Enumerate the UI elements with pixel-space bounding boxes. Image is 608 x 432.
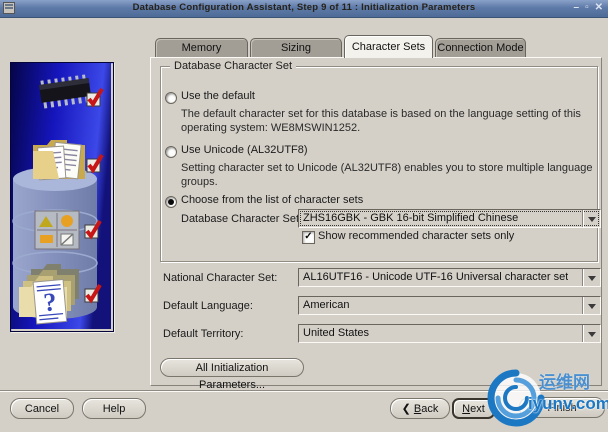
db-charset-label: Database Character Set:	[181, 213, 303, 225]
default-territory-label: Default Territory:	[163, 328, 244, 340]
default-territory-select[interactable]: United States	[298, 324, 601, 343]
radio-use-default[interactable]	[165, 92, 177, 104]
chevron-down-icon[interactable]	[582, 325, 600, 342]
default-language-select[interactable]: American	[298, 296, 601, 315]
tab-character-sets[interactable]: Character Sets	[344, 35, 433, 58]
default-territory-value: United States	[303, 327, 370, 339]
shapes-grid-icon	[34, 210, 80, 250]
recommended-checkbox-label[interactable]: Show recommended character sets only	[318, 230, 514, 242]
radio-use-unicode-label[interactable]: Use Unicode (AL32UTF8)	[181, 144, 308, 156]
use-unicode-desc-line1: Setting character set to Unicode (AL32UT…	[181, 162, 593, 174]
all-init-params-button[interactable]: All Initialization Parameters...	[160, 358, 304, 391]
folder-documents-icon	[33, 140, 85, 181]
radio-choose-list[interactable]	[165, 196, 177, 208]
svg-text:?: ?	[42, 287, 57, 317]
chevron-down-icon[interactable]	[582, 297, 600, 314]
maximize-button[interactable]: ▫	[585, 1, 589, 15]
db-charset-select[interactable]: ZHS16GBK - GBK 16-bit Simplified Chinese	[298, 209, 601, 228]
cancel-button[interactable]: Cancel	[10, 398, 74, 419]
sidebar-illustration: ?	[11, 63, 111, 329]
default-language-value: American	[303, 299, 350, 311]
chevron-down-icon[interactable]	[582, 210, 600, 227]
finish-button[interactable]: Finish	[519, 397, 605, 418]
window-title: Database Configuration Assistant, Step 9…	[132, 2, 476, 13]
use-unicode-desc-line2: groups.	[181, 176, 218, 188]
recommended-checkbox[interactable]: ✓	[302, 231, 315, 244]
dbca-window: Database Configuration Assistant, Step 9…	[0, 0, 608, 432]
db-charset-value: ZHS16GBK - GBK 16-bit Simplified Chinese	[303, 212, 519, 224]
default-language-label: Default Language:	[163, 300, 253, 312]
tab-sizing[interactable]: Sizing	[250, 38, 342, 57]
close-button[interactable]: ✕	[595, 1, 603, 15]
help-button[interactable]: Help	[82, 398, 146, 419]
chevron-down-icon[interactable]	[582, 269, 600, 286]
use-default-desc-line1: The default character set for this datab…	[181, 108, 581, 120]
radio-use-unicode[interactable]	[165, 146, 177, 158]
radio-use-default-label[interactable]: Use the default	[181, 90, 255, 102]
national-charset-select[interactable]: AL16UTF16 - Unicode UTF-16 Universal cha…	[298, 268, 601, 287]
bottom-separator	[0, 390, 608, 392]
tab-memory[interactable]: Memory	[155, 38, 248, 57]
radio-choose-list-label[interactable]: Choose from the list of character sets	[181, 194, 363, 206]
next-button[interactable]: Next	[452, 398, 495, 419]
national-charset-value: AL16UTF16 - Unicode UTF-16 Universal cha…	[303, 271, 569, 283]
back-button[interactable]: ❮ Back	[390, 398, 450, 419]
window-titlebar: Database Configuration Assistant, Step 9…	[0, 0, 608, 18]
tab-connection-mode[interactable]: Connection Mode	[435, 38, 526, 57]
minimize-button[interactable]: –	[574, 1, 580, 15]
groupbox-title: Database Character Set	[170, 60, 297, 72]
use-default-desc-line2: operating system: WE8MSWIN1252.	[181, 122, 361, 134]
chevron-left-icon: ❮	[401, 403, 411, 415]
national-charset-label: National Character Set:	[163, 272, 278, 284]
sidebar-panel: ?	[10, 62, 114, 332]
